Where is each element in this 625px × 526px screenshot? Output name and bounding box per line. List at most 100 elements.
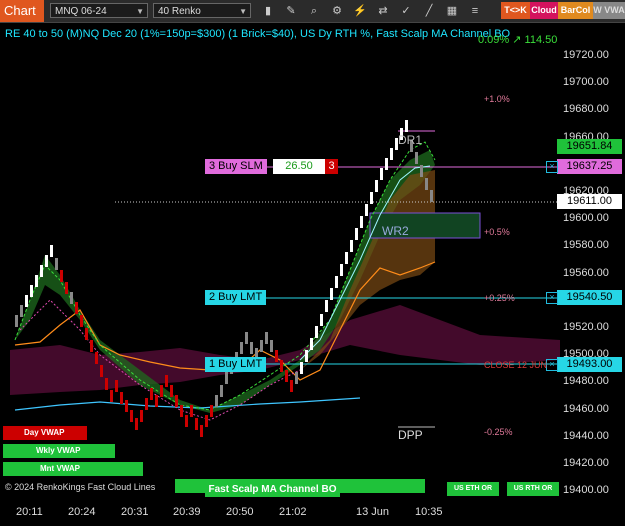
renko-brick xyxy=(360,216,363,228)
price-scale-label: 19720.00 xyxy=(563,49,609,61)
order-price-field[interactable]: 26.50 xyxy=(273,159,325,174)
us-eth-or-button[interactable]: US ETH OR xyxy=(447,482,499,496)
session-change-label: 0.09% ↗ 114.50 xyxy=(478,34,558,46)
order-label-buy-slm[interactable]: 3 Buy SLM xyxy=(205,159,267,174)
renko-brick xyxy=(50,245,53,257)
price-scale-label: 19580.00 xyxy=(563,239,609,252)
channel-bo-button[interactable]: Fast Scalp MA Channel BO xyxy=(205,482,340,497)
renko-brick xyxy=(195,418,198,430)
renko-brick xyxy=(145,398,148,410)
renko-brick xyxy=(345,252,348,264)
price-box-limit-2: 19540.50 xyxy=(557,290,622,305)
renko-brick xyxy=(310,338,313,350)
price-scale-label: 19420.00 xyxy=(563,457,609,469)
order-label-buy-lmt-1[interactable]: 1 Buy LMT xyxy=(205,357,267,372)
renko-brick xyxy=(300,362,303,374)
renko-brick xyxy=(150,388,153,400)
renko-brick xyxy=(380,168,383,180)
price-scale-label: 19460.00 xyxy=(563,402,609,415)
time-axis-label: 10:35 xyxy=(415,506,443,518)
pivot-dr1: DR1 xyxy=(398,133,423,147)
renko-brick xyxy=(40,265,43,277)
time-axis-label: 20:24 xyxy=(68,506,96,518)
close-order-icon[interactable]: × xyxy=(546,161,558,173)
day-vwap-button[interactable]: Day VWAP xyxy=(3,426,87,440)
us-rth-or-button[interactable]: US RTH OR xyxy=(507,482,559,496)
price-scale-label: 19520.00 xyxy=(563,321,609,333)
renko-brick xyxy=(160,385,163,397)
close-order-icon[interactable]: × xyxy=(546,359,558,371)
renko-brick xyxy=(20,305,23,317)
price-scale-label: 19480.00 xyxy=(563,375,609,388)
renko-brick xyxy=(215,395,218,407)
price-scale-label: 19600.00 xyxy=(563,212,609,225)
weekly-vwap-button[interactable]: Wkly VWAP xyxy=(3,444,115,458)
renko-brick xyxy=(260,340,263,352)
renko-brick xyxy=(305,350,308,362)
renko-brick xyxy=(225,372,228,384)
renko-brick xyxy=(130,410,133,422)
renko-brick xyxy=(365,204,368,216)
renko-brick xyxy=(105,378,108,390)
renko-brick xyxy=(210,405,213,417)
renko-brick xyxy=(415,152,418,164)
renko-brick xyxy=(55,258,58,270)
renko-brick xyxy=(60,270,63,282)
time-axis-label: 20:31 xyxy=(121,506,149,518)
time-axis-label: 20:50 xyxy=(226,506,254,518)
order-quantity-badge[interactable]: 3 xyxy=(325,159,338,174)
renko-brick xyxy=(185,415,188,427)
chart-subtitle: RE 40 to 50 (M)NQ Dec 20 (1%=150p=$300) … xyxy=(5,28,511,40)
renko-brick xyxy=(430,190,433,202)
price-scale-label: 19400.00 xyxy=(563,484,609,497)
renko-brick xyxy=(220,385,223,397)
level-close: CLOSE 12 JUN xyxy=(484,360,548,370)
renko-brick xyxy=(110,390,113,402)
monthly-vwap-button[interactable]: Mnt VWAP xyxy=(3,462,143,476)
renko-brick xyxy=(120,392,123,404)
price-box-ma: 19651.84 xyxy=(557,139,622,154)
renko-brick xyxy=(405,120,408,132)
renko-brick xyxy=(35,275,38,287)
renko-brick xyxy=(165,375,168,387)
level-minus-025: -0.25% xyxy=(484,427,513,437)
renko-brick xyxy=(115,380,118,392)
renko-brick xyxy=(205,415,208,427)
renko-brick xyxy=(175,395,178,407)
renko-brick xyxy=(200,425,203,437)
renko-brick xyxy=(350,240,353,252)
close-order-icon[interactable]: × xyxy=(546,292,558,304)
renko-brick xyxy=(100,365,103,377)
level-plus-1: +1.0% xyxy=(484,94,510,104)
renko-brick xyxy=(385,158,388,170)
renko-brick xyxy=(180,405,183,417)
price-scale-label: 19700.00 xyxy=(563,76,609,89)
renko-brick xyxy=(135,418,138,430)
renko-brick xyxy=(390,148,393,160)
price-scale-label: 19680.00 xyxy=(563,103,609,116)
renko-brick xyxy=(370,192,373,204)
price-box-last: 19611.00 xyxy=(557,194,622,209)
renko-brick xyxy=(95,352,98,364)
renko-brick xyxy=(140,410,143,422)
renko-brick xyxy=(285,370,288,382)
renko-brick xyxy=(245,332,248,344)
renko-brick xyxy=(420,165,423,177)
price-scale-label: 19560.00 xyxy=(563,266,609,279)
level-plus-05: +0.5% xyxy=(484,227,510,237)
renko-brick xyxy=(190,405,193,417)
renko-brick xyxy=(265,332,268,344)
renko-brick xyxy=(280,360,283,372)
renko-brick xyxy=(90,340,93,352)
renko-brick xyxy=(425,178,428,190)
renko-brick xyxy=(25,295,28,307)
copyright-label: © 2024 RenkoKings Fast Cloud Lines xyxy=(5,482,156,492)
renko-brick xyxy=(155,395,158,407)
renko-brick xyxy=(290,380,293,392)
time-axis-label: 20:11 xyxy=(16,506,43,518)
renko-brick xyxy=(30,285,33,297)
time-axis-label: 20:39 xyxy=(173,506,201,518)
renko-brick xyxy=(355,228,358,240)
order-label-buy-lmt-2[interactable]: 2 Buy LMT xyxy=(205,290,267,305)
renko-brick xyxy=(45,255,48,267)
